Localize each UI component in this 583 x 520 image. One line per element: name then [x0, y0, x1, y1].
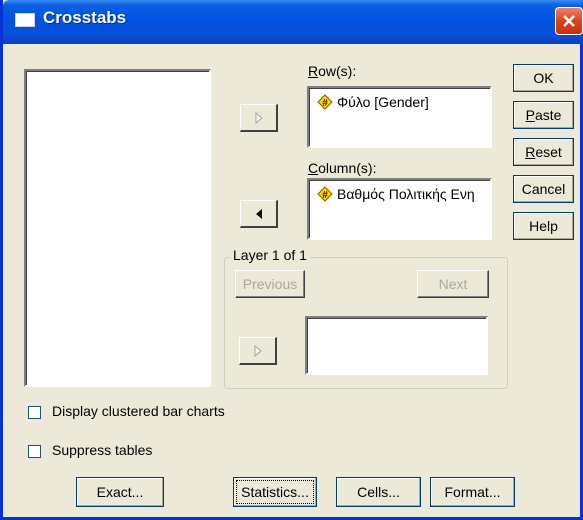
arrow-right-icon — [255, 111, 263, 124]
move-to-columns-button[interactable] — [240, 200, 278, 228]
format-button[interactable]: Format... — [430, 477, 515, 507]
close-button[interactable] — [555, 7, 583, 35]
suppress-tables-checkbox[interactable] — [28, 445, 41, 458]
window-title: Crosstabs — [43, 8, 127, 27]
ordinal-variable-icon: # — [317, 94, 333, 110]
statistics-button[interactable]: Statistics... — [233, 477, 317, 507]
rows-item-label: Φύλο [Gender] — [337, 94, 429, 110]
rows-list[interactable]: # Φύλο [Gender] — [307, 86, 492, 148]
paste-button[interactable]: Paste — [513, 101, 574, 129]
ok-button[interactable]: OK — [513, 64, 574, 92]
cells-button[interactable]: Cells... — [336, 477, 421, 507]
close-icon — [563, 15, 575, 27]
exact-button[interactable]: Exact... — [76, 477, 164, 507]
suppress-tables-label: Suppress tables — [52, 442, 153, 458]
previous-button[interactable]: Previous — [235, 270, 305, 298]
arrow-right-icon — [254, 344, 262, 357]
title-bar[interactable]: Crosstabs — [3, 0, 583, 44]
cancel-button[interactable]: Cancel — [513, 175, 574, 203]
svg-text:#: # — [322, 98, 328, 109]
window-icon — [15, 13, 35, 27]
crosstabs-dialog: Crosstabs Row(s): # Φύλο [Gender] Column… — [0, 0, 583, 520]
arrow-left-icon — [255, 208, 262, 219]
columns-item-label: Βαθμός Πολιτικής Ενη — [337, 186, 475, 202]
move-to-rows-button[interactable] — [240, 104, 278, 132]
columns-list[interactable]: # Βαθμός Πολιτικής Ενη — [307, 178, 492, 240]
next-button[interactable]: Next — [417, 270, 489, 298]
clustered-bar-checkbox[interactable] — [28, 406, 41, 419]
rows-label: Row(s): — [308, 63, 357, 79]
list-item[interactable]: # Φύλο [Gender] — [317, 94, 429, 110]
list-item[interactable]: # Βαθμός Πολιτικής Ενη — [317, 186, 475, 202]
layer-list[interactable] — [305, 316, 488, 375]
source-variable-list[interactable] — [24, 69, 211, 387]
svg-text:#: # — [322, 190, 328, 201]
help-button[interactable]: Help — [513, 212, 574, 240]
move-to-layer-button[interactable] — [239, 337, 277, 365]
clustered-bar-label: Display clustered bar charts — [52, 403, 225, 419]
layer-label: Layer 1 of 1 — [230, 247, 310, 263]
ordinal-variable-icon: # — [317, 186, 333, 202]
reset-button[interactable]: Reset — [513, 138, 574, 166]
columns-label: Column(s): — [308, 160, 377, 176]
